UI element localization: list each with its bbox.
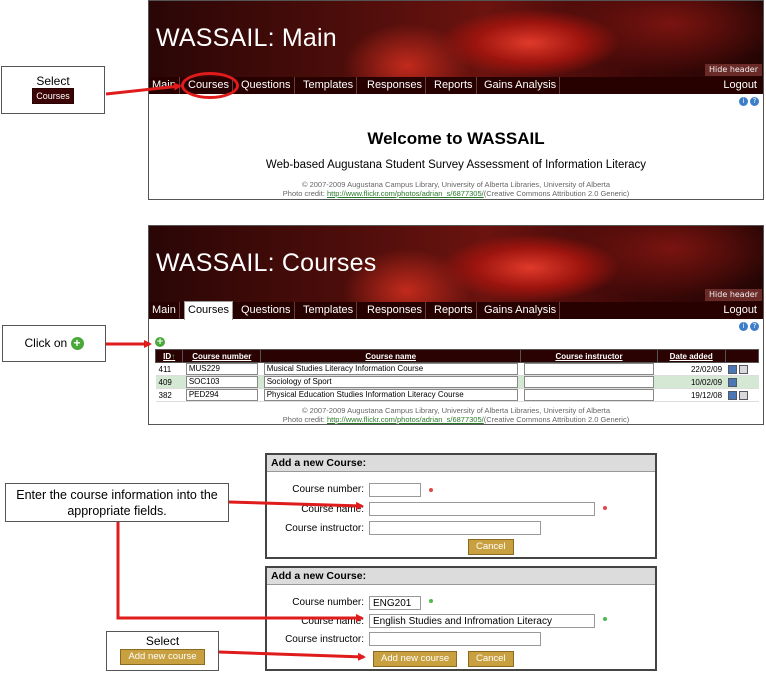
arrow-to-courses-tab — [105, 82, 182, 96]
arrow-to-course-name-filled — [116, 522, 364, 622]
arrow-to-add-button — [218, 650, 366, 661]
annotation-arrows — [105, 82, 366, 661]
arrow-to-course-name-empty — [228, 500, 364, 510]
